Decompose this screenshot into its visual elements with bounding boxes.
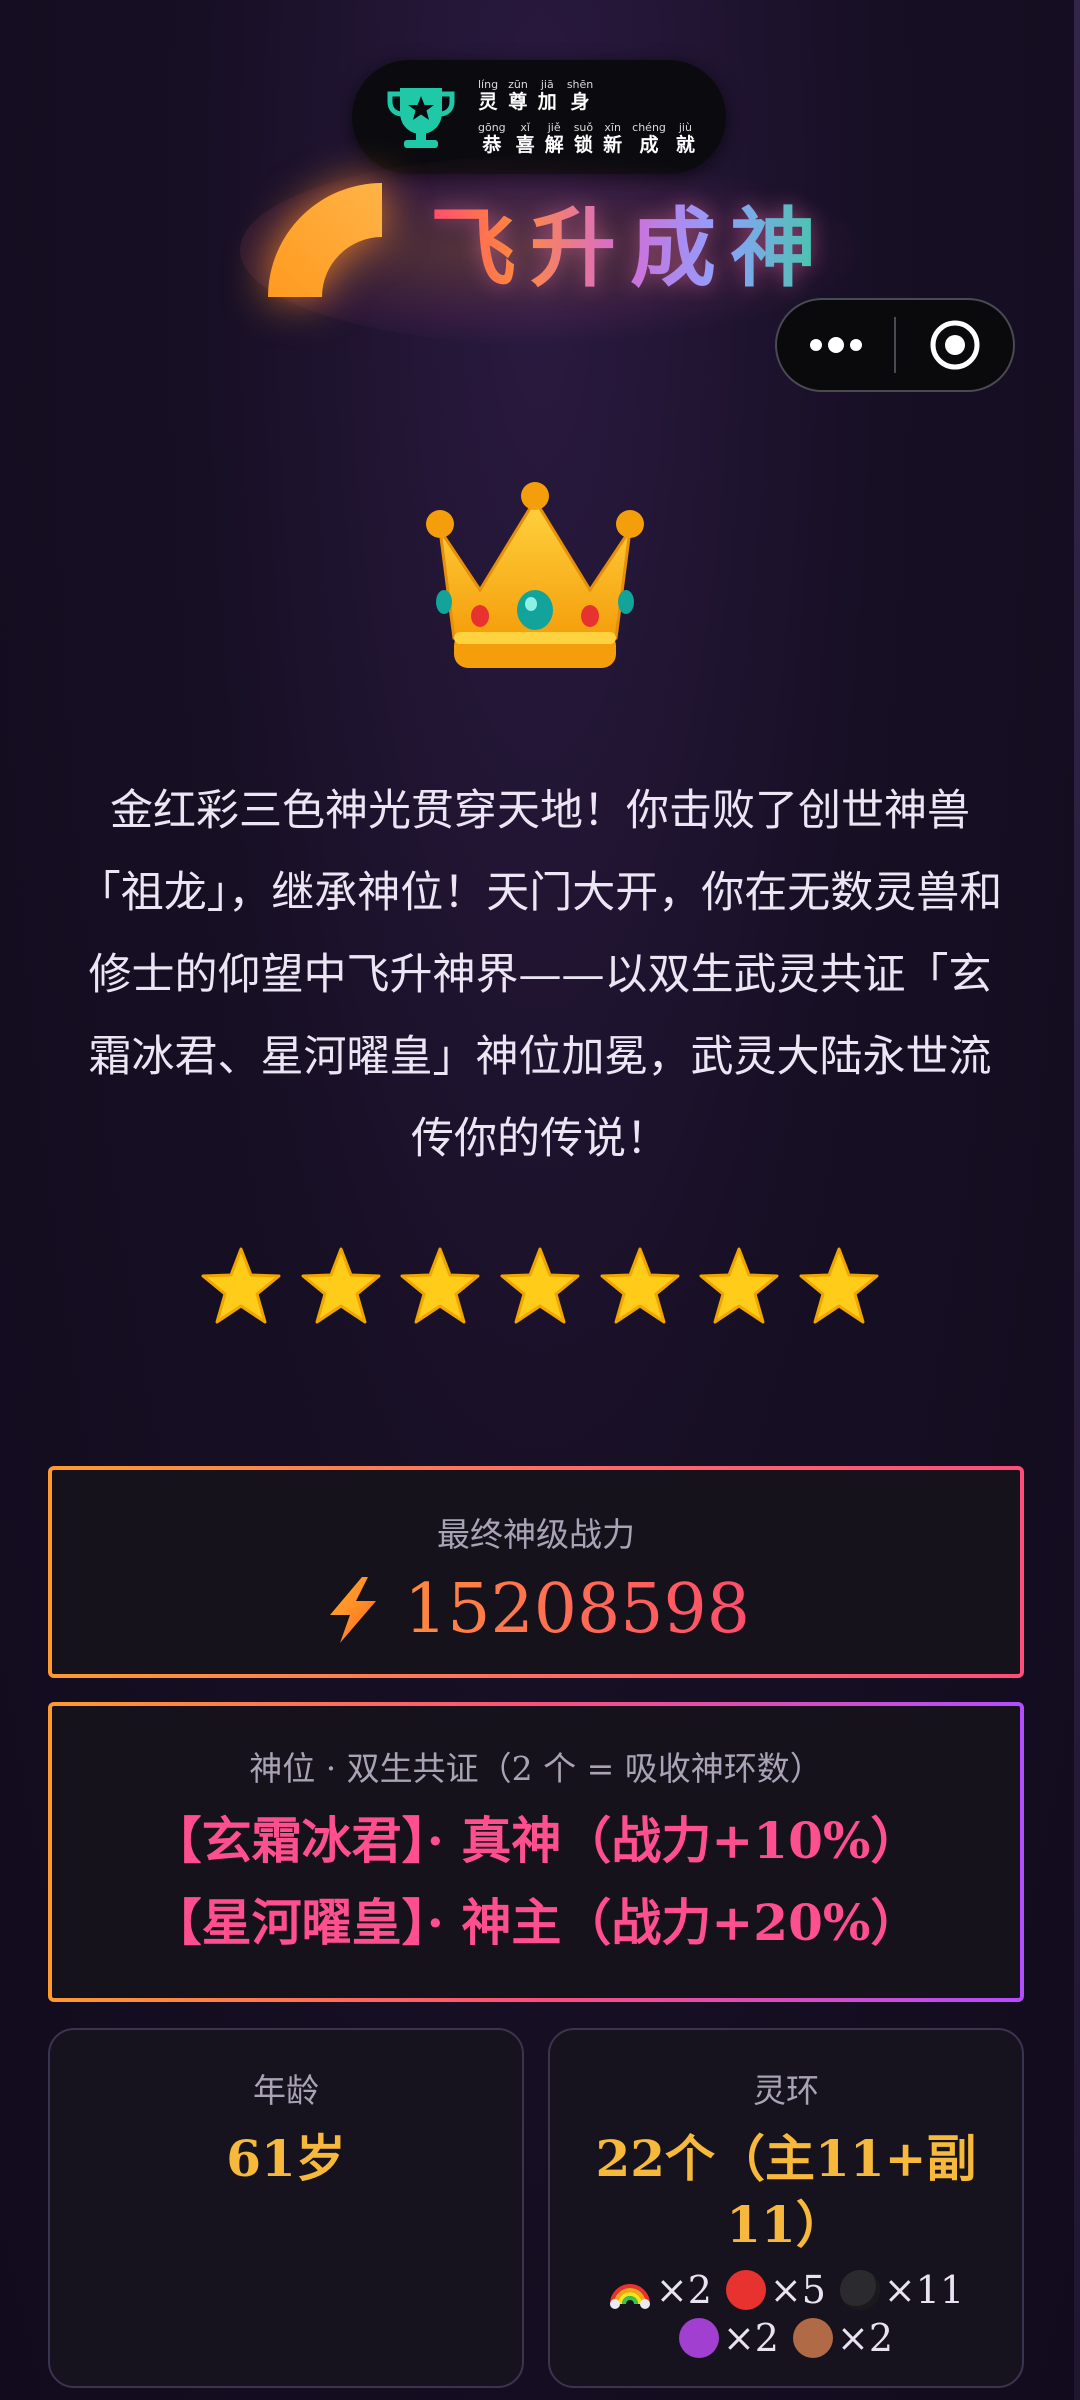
ring-item-brown: ×2 xyxy=(793,2316,893,2360)
ruby-char: shēn 身 xyxy=(566,78,594,113)
ascension-story: 金红彩三色神光贯穿天地！你击败了创世神兽「祖龙」，继承神位！天门大开，你在无数灵… xyxy=(77,786,1003,1164)
final-power-value: 15208598 xyxy=(403,1570,751,1649)
ruby-char: jiù 就 xyxy=(675,121,695,156)
ring-item-red: ×5 xyxy=(725,2268,826,2312)
capsule-menu xyxy=(775,298,1015,392)
spirit-ring-value: 22个（主11+副11） xyxy=(595,2129,977,2254)
final-power-panel: 最终神级战力 15208598 xyxy=(48,1466,1024,1678)
toast-subtitle: gōng 恭 xǐ 喜 jiě 解 suǒ 锁 xīn 新 chéng 成 jiù 就 xyxy=(478,122,695,155)
ruby-char: jiě 解 xyxy=(544,121,564,156)
age-value: 61岁 xyxy=(226,2129,346,2188)
brown-circle-icon xyxy=(793,2318,833,2358)
star-icon xyxy=(201,1247,281,1324)
ruby-char: líng 灵 xyxy=(478,78,499,113)
final-power-label: 最终神级战力 xyxy=(437,1515,635,1554)
quarter-circle-icon xyxy=(260,175,390,305)
black-circle-icon xyxy=(839,2270,880,2310)
star-icon xyxy=(301,1247,381,1324)
page-title: 飞升成神 xyxy=(430,178,830,303)
god-position-label: 神位 · 双生共证（2 个 = 吸收神环数） xyxy=(249,1749,823,1788)
ruby-char: xīn 新 xyxy=(603,121,623,156)
star-icon xyxy=(699,1247,779,1324)
ruby-char: jiā 加 xyxy=(537,78,557,113)
god-position-panel: 神位 · 双生共证（2 个 = 吸收神环数） 【玄霜冰君】· 真神（战力+10%… xyxy=(48,1702,1024,2002)
star-icon xyxy=(799,1247,879,1324)
target-circle-icon xyxy=(930,320,979,370)
star-icon xyxy=(600,1247,680,1324)
star-icon xyxy=(500,1247,580,1324)
toast-title: líng 灵 zūn 尊 jiā 加 shēn 身 xyxy=(478,79,695,112)
star-rating xyxy=(200,1245,880,1335)
ruby-char: zūn 尊 xyxy=(508,78,528,113)
star-icon xyxy=(400,1247,480,1324)
lightning-icon xyxy=(329,1576,376,1643)
close-button[interactable] xyxy=(896,300,1013,390)
red-circle-icon xyxy=(725,2270,766,2310)
ruby-char: xǐ 喜 xyxy=(515,121,535,156)
ring-item-black: ×11 xyxy=(839,2268,964,2312)
trophy-icon xyxy=(386,82,456,152)
title-banner: 飞升成神 xyxy=(240,155,880,345)
ring-item-purple: ×2 xyxy=(678,2316,779,2360)
crown-icon xyxy=(420,470,650,680)
ruby-char: suǒ 锁 xyxy=(573,121,594,156)
ring-item-rainbow: ×2 xyxy=(608,2268,712,2312)
spirit-ring-breakdown: ×2 ×5 ×11 ×2 ×2 xyxy=(550,2268,1022,2360)
rainbow-icon xyxy=(609,2284,650,2309)
god-position-line: 【玄霜冰君】· 真神（战力+10%） xyxy=(151,1811,921,1870)
scrollbar[interactable] xyxy=(1074,0,1080,2400)
spirit-ring-card: 灵环 22个（主11+副11） ×2 ×5 ×11 ×2 ×2 xyxy=(548,2028,1024,2388)
age-label: 年龄 xyxy=(253,2071,319,2110)
ruby-char: chéng 成 xyxy=(632,121,666,156)
spirit-ring-label: 灵环 xyxy=(753,2071,819,2110)
more-dots-icon xyxy=(809,337,862,353)
purple-circle-icon xyxy=(678,2318,719,2358)
ruby-char: gōng 恭 xyxy=(478,121,506,156)
age-card: 年龄 61岁 xyxy=(48,2028,524,2388)
more-button[interactable] xyxy=(777,300,894,390)
god-position-line: 【星河曜皇】· 神主（战力+20%） xyxy=(151,1893,921,1952)
